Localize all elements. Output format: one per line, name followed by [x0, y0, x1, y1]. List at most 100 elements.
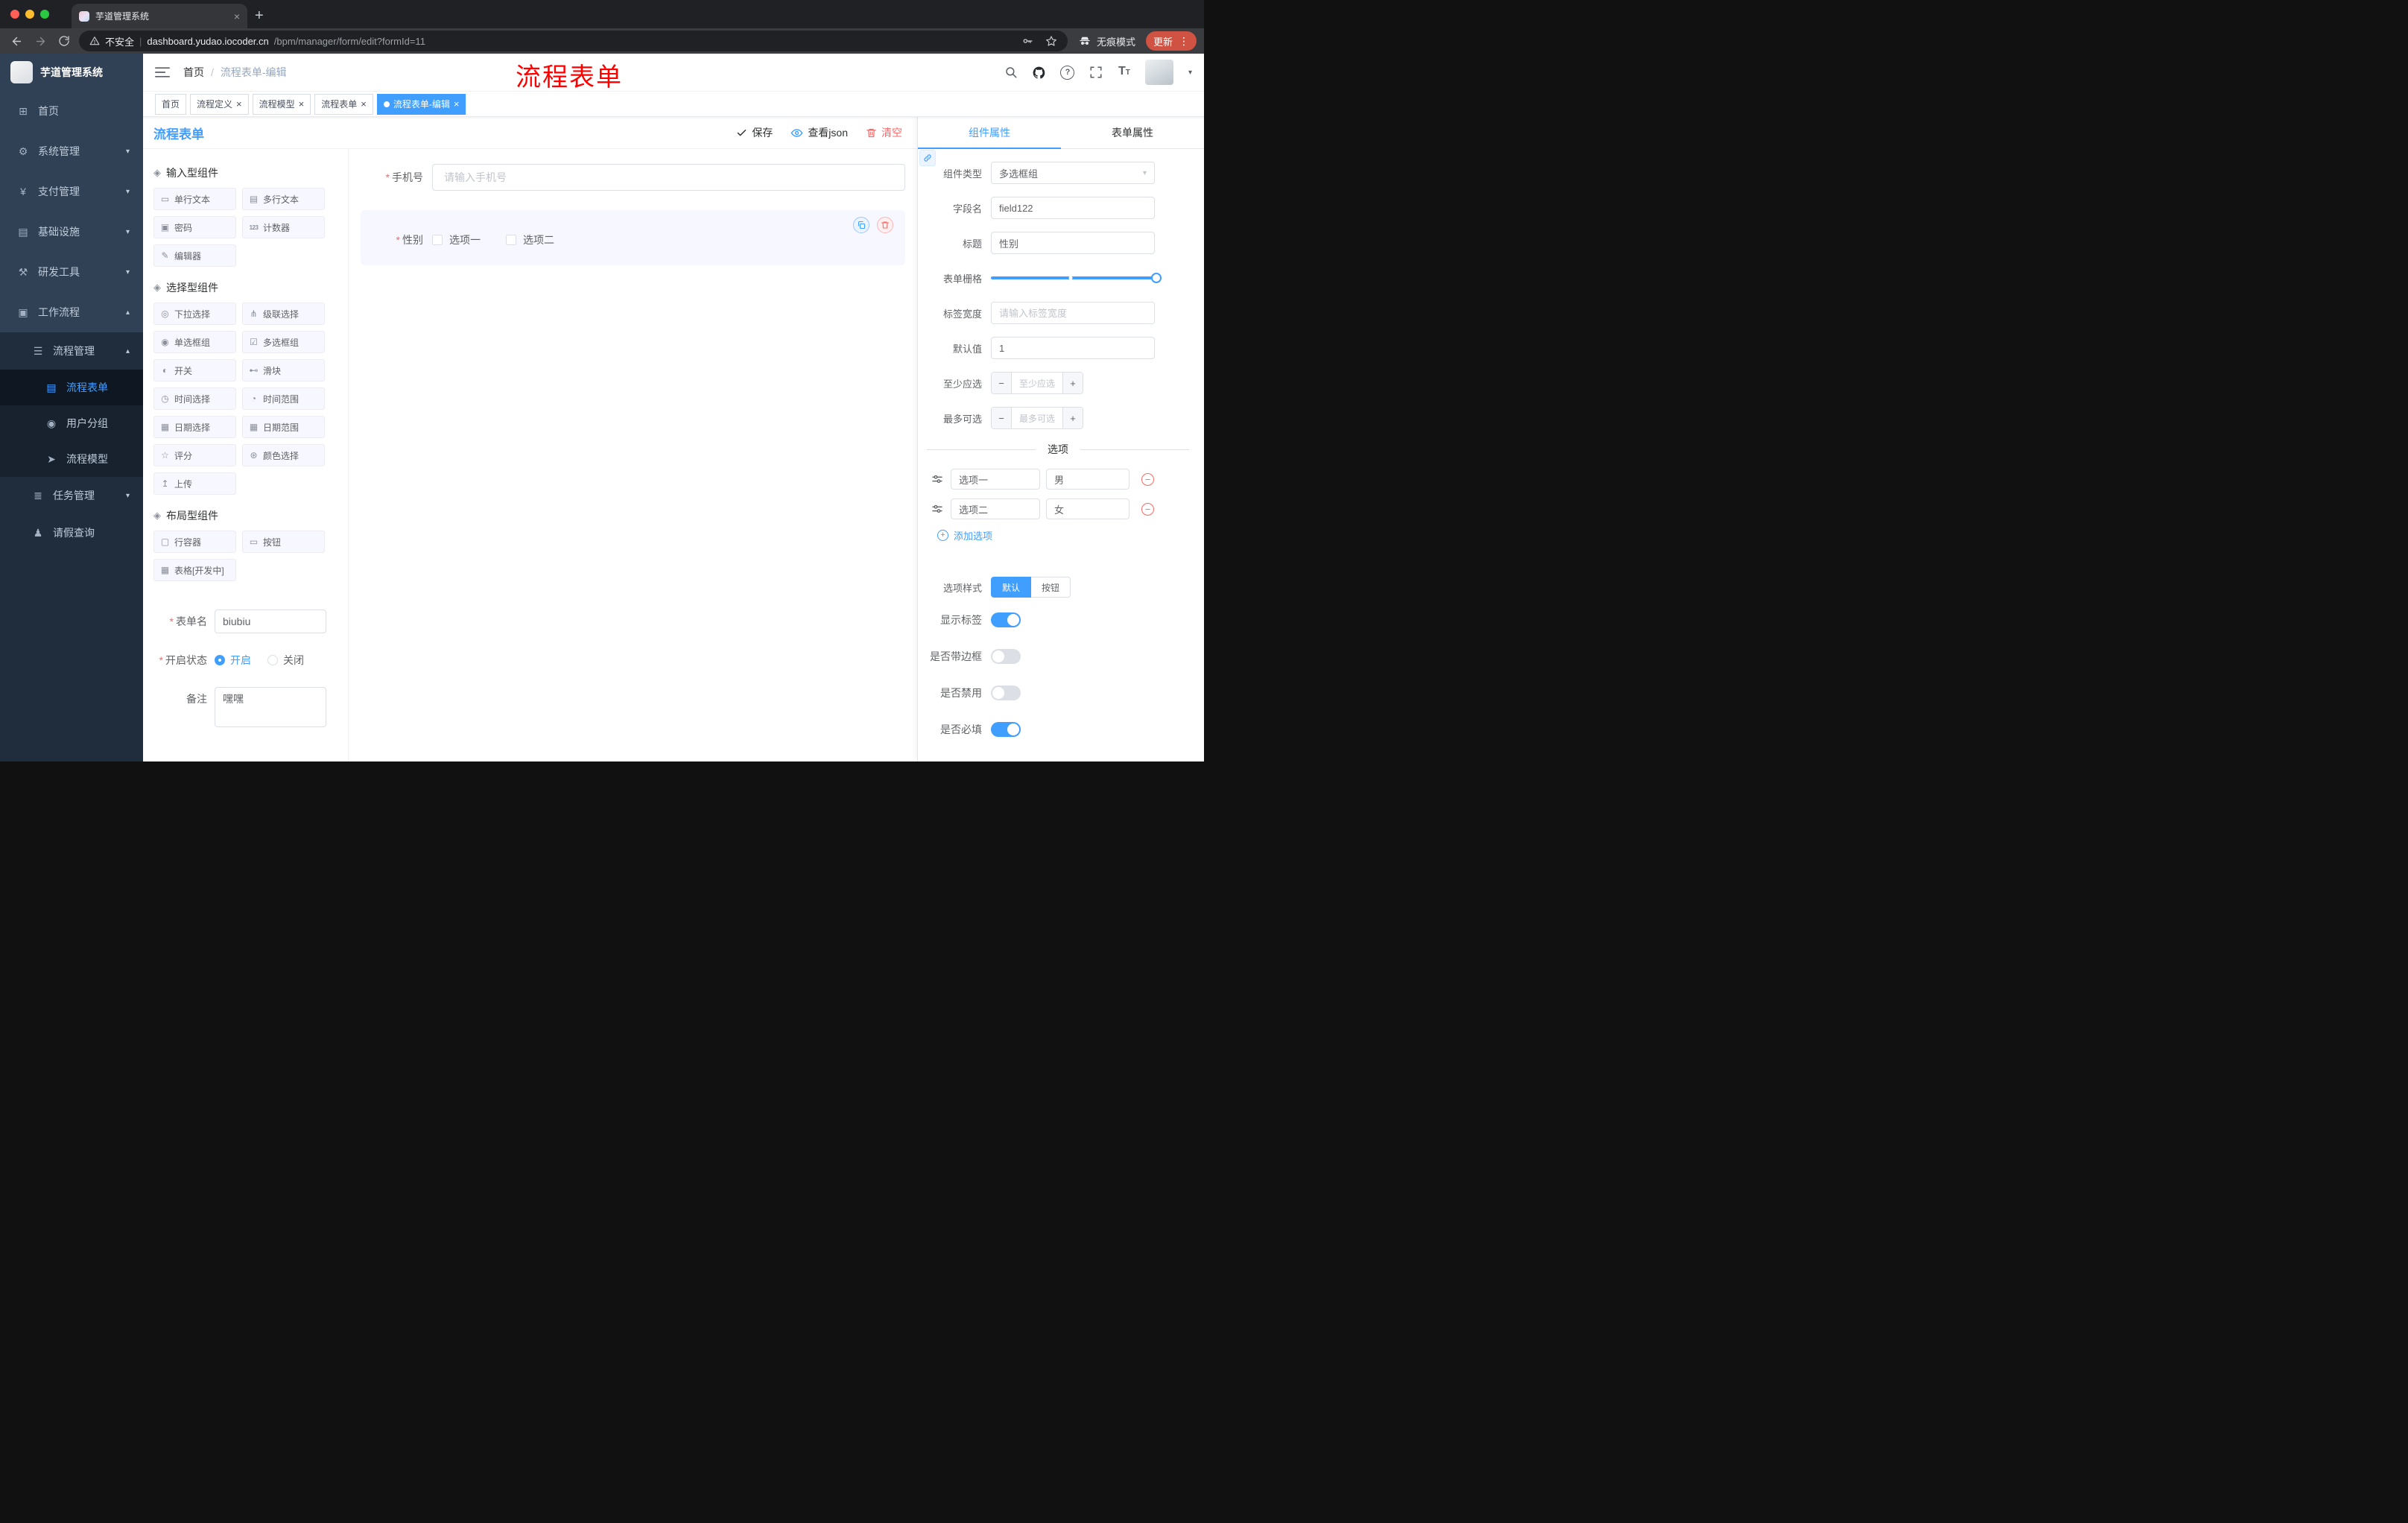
close-icon[interactable]: ×	[361, 99, 367, 109]
label-width-input[interactable]	[991, 302, 1155, 324]
sidebar-item-5[interactable]: ▣ 工作流程 ▴	[0, 292, 143, 332]
search-icon[interactable]	[1004, 65, 1018, 80]
copy-field-button[interactable]	[853, 217, 869, 233]
remove-option-button[interactable]: −	[1141, 502, 1154, 516]
decrease-button[interactable]: −	[992, 408, 1012, 428]
field-name-input[interactable]	[991, 197, 1155, 219]
sidebar-item-3[interactable]: ▤ 基础设施 ▾	[0, 212, 143, 252]
phone-input[interactable]	[432, 164, 905, 191]
sidebar-item-10[interactable]: ≣ 任务管理 ▾	[0, 477, 143, 514]
palette-item[interactable]: ◔ 时间范围	[242, 387, 325, 410]
help-icon[interactable]: ?	[1060, 65, 1075, 80]
save-button[interactable]: 保存	[736, 125, 773, 140]
browser-menu-kebab-icon[interactable]: ⋮	[1179, 35, 1189, 48]
palette-item[interactable]: ◐ 开关	[153, 359, 236, 381]
checkbox-option[interactable]: 选项一	[432, 232, 481, 247]
zoom-window-button[interactable]	[40, 10, 49, 19]
palette-item[interactable]: ▭ 按钮	[242, 531, 325, 553]
decrease-button[interactable]: −	[992, 373, 1012, 393]
increase-button[interactable]: +	[1062, 373, 1083, 393]
sidebar-item-11[interactable]: ♟ 请假查询	[0, 514, 143, 551]
increase-button[interactable]: +	[1062, 408, 1083, 428]
field-row-gender-selected[interactable]: * 性别 选项一 选项二	[361, 210, 905, 265]
max-select-value[interactable]: 最多可选	[1012, 408, 1062, 428]
palette-item[interactable]: ▣ 密码	[153, 216, 236, 238]
url-host[interactable]: dashboard.yudao.iocoder.cn	[147, 36, 268, 47]
view-json-button[interactable]: 查看json	[790, 125, 848, 140]
sidebar-item-9[interactable]: ➤ 流程模型	[0, 441, 143, 477]
option-style-button[interactable]: 按钮	[1031, 577, 1071, 598]
tag-4[interactable]: 流程表单-编辑 ×	[376, 93, 466, 115]
slider-track[interactable]	[991, 273, 1162, 283]
drag-handle-icon[interactable]	[931, 473, 945, 485]
palette-item[interactable]: ✎ 编辑器	[153, 244, 236, 267]
close-icon[interactable]: ×	[454, 99, 460, 109]
switch-is-disabled[interactable]	[991, 685, 1021, 700]
tag-3[interactable]: 流程表单 ×	[314, 93, 373, 115]
add-option-button[interactable]: + 添加选项	[937, 528, 1189, 542]
url-path[interactable]: /bpm/manager/form/edit?formId=11	[274, 36, 1016, 47]
palette-item[interactable]: 123 计数器	[242, 216, 325, 238]
title-input[interactable]	[991, 232, 1155, 254]
app-logo[interactable]: 芋道管理系统	[0, 54, 143, 91]
tag-2[interactable]: 流程模型 ×	[252, 93, 311, 115]
sidebar-item-8[interactable]: ◉ 用户分组	[0, 405, 143, 441]
tab-form-props[interactable]: 表单属性	[1061, 117, 1204, 148]
close-icon[interactable]: ×	[299, 99, 305, 109]
status-radio-on[interactable]: 开启	[215, 653, 251, 668]
palette-item[interactable]: ▤ 多行文本	[242, 188, 325, 210]
clear-button[interactable]: 清空	[866, 125, 902, 140]
palette-item[interactable]: ▭ 单行文本	[153, 188, 236, 210]
palette-item[interactable]: ↥ 上传	[153, 472, 236, 495]
palette-item[interactable]: ◷ 时间选择	[153, 387, 236, 410]
tab-component-props[interactable]: 组件属性	[918, 117, 1061, 149]
warning-icon[interactable]	[89, 36, 100, 46]
status-radio-off[interactable]: 关闭	[267, 653, 304, 668]
palette-item[interactable]: ▦ 日期选择	[153, 416, 236, 438]
option-label-input[interactable]	[951, 469, 1040, 490]
sidebar-item-7[interactable]: ▤ 流程表单	[0, 370, 143, 405]
switch-is-required[interactable]	[991, 722, 1021, 737]
user-avatar[interactable]	[1144, 60, 1173, 85]
update-button[interactable]: 更新 ⋮	[1145, 31, 1197, 51]
sidebar-item-0[interactable]: ⊞ 首页	[0, 91, 143, 131]
option-style-default[interactable]: 默认	[991, 577, 1032, 598]
close-icon[interactable]: ×	[236, 99, 242, 109]
address-bar[interactable]: 不安全 | dashboard.yudao.iocoder.cn /bpm/ma…	[79, 31, 1068, 51]
back-icon[interactable]	[7, 32, 25, 50]
min-select-value[interactable]: 至少应选	[1012, 373, 1062, 393]
switch-with-border[interactable]	[991, 649, 1021, 664]
sidebar-toggle-icon[interactable]	[155, 66, 170, 78]
minimize-window-button[interactable]	[25, 10, 34, 19]
breadcrumb-home[interactable]: 首页	[183, 65, 204, 80]
sidebar-item-1[interactable]: ⚙ 系统管理 ▾	[0, 131, 143, 171]
browser-tab[interactable]: 芋道管理系统 ×	[72, 4, 247, 28]
fullscreen-icon[interactable]	[1089, 65, 1103, 80]
sidebar-item-2[interactable]: ¥ 支付管理 ▾	[0, 171, 143, 212]
palette-item[interactable]: ⊷ 滑块	[242, 359, 325, 381]
bookmark-star-icon[interactable]	[1045, 35, 1057, 47]
security-label[interactable]: 不安全	[105, 34, 134, 48]
palette-item[interactable]: ▦ 日期范围	[242, 416, 325, 438]
default-value-input[interactable]	[991, 337, 1155, 359]
link-icon[interactable]	[919, 150, 936, 166]
option-value-input[interactable]	[1046, 469, 1129, 490]
drag-handle-icon[interactable]	[931, 503, 945, 515]
option-label-input[interactable]	[951, 498, 1040, 519]
component-type-select[interactable]: 多选框组 ▾	[991, 162, 1155, 184]
font-size-icon[interactable]: TT	[1117, 65, 1132, 80]
checkbox-icon[interactable]	[432, 235, 443, 245]
form-grid-slider[interactable]	[991, 267, 1162, 289]
palette-item[interactable]: ☆ 评分	[153, 444, 236, 466]
palette-item[interactable]: ◉ 单选框组	[153, 331, 236, 353]
field-row-phone[interactable]: * 手机号	[361, 164, 905, 191]
slider-handle[interactable]	[1151, 273, 1162, 283]
palette-item[interactable]: ▢ 行容器	[153, 531, 236, 553]
github-icon[interactable]	[1032, 65, 1047, 80]
palette-item[interactable]: ▦ 表格[开发中]	[153, 559, 236, 581]
palette-item[interactable]: ◎ 下拉选择	[153, 303, 236, 325]
tag-1[interactable]: 流程定义 ×	[190, 93, 249, 115]
close-window-button[interactable]	[10, 10, 19, 19]
palette-item[interactable]: ⋔ 级联选择	[242, 303, 325, 325]
remark-textarea[interactable]: 嘿嘿	[215, 687, 326, 727]
